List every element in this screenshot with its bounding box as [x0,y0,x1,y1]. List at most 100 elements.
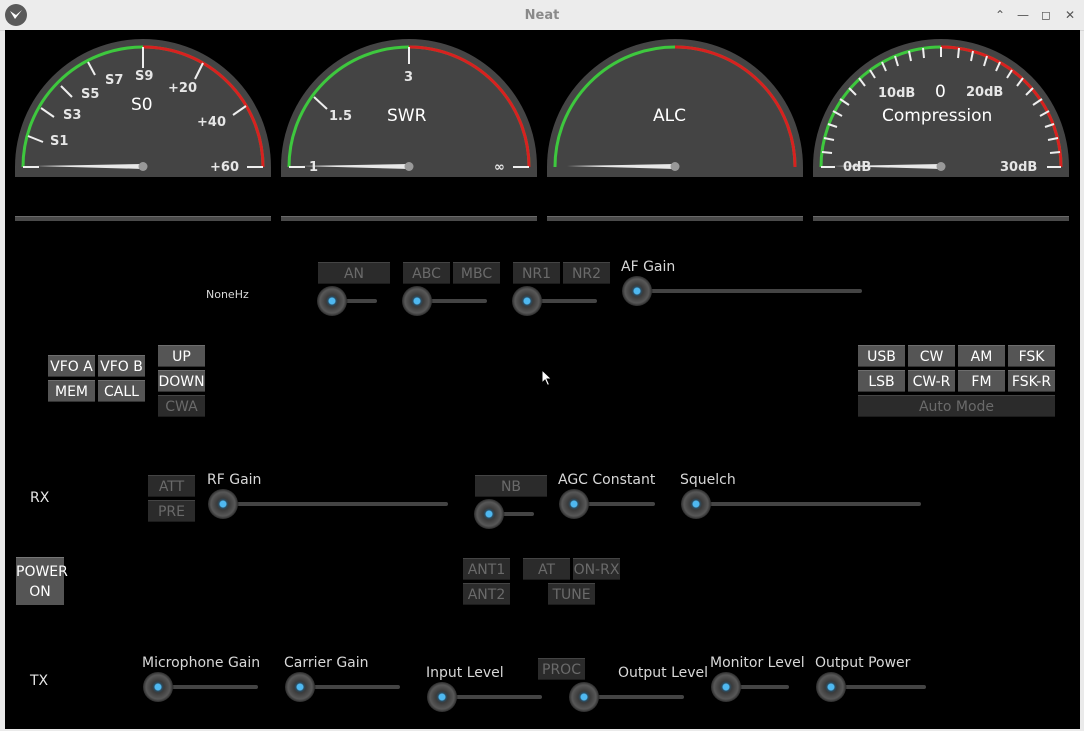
maximize-up-icon[interactable]: ⌃ [992,7,1008,23]
swr-tick: 1 [309,160,318,175]
call-button[interactable]: CALL [98,380,145,402]
fsk-button[interactable]: FSK [1008,345,1055,367]
tx-section-label: TX [30,673,49,689]
af-gain-slider[interactable] [622,276,862,306]
frequency-display: NoneHz [206,288,249,301]
an-button[interactable]: AN [318,262,390,284]
mem-button[interactable]: MEM [48,380,95,402]
s-meter-bar [15,216,271,221]
swr-meter: 1 1.5 3 ∞ SWR [281,39,537,177]
rx-section-label: RX [30,490,50,506]
ant2-button[interactable]: ANT2 [463,583,510,605]
cw-button[interactable]: CW [908,345,955,367]
cwa-button[interactable]: CWA [158,395,205,417]
at-button[interactable]: AT [523,558,570,580]
nb-button[interactable]: NB [475,475,547,497]
swr-tick: ∞ [494,160,505,175]
fm-button[interactable]: FM [958,370,1005,392]
auto-mode-button[interactable]: Auto Mode [858,395,1055,417]
s-meter-tick: S5 [81,87,99,102]
abc-mbc-slider[interactable] [402,286,487,316]
monitor-level-label: Monitor Level [710,655,805,671]
squelch-slider[interactable] [681,489,921,519]
carrier-gain-knob-icon[interactable] [285,672,315,702]
nb-knob-icon[interactable] [474,499,504,529]
rf-gain-slider[interactable] [208,489,448,519]
nr1-button[interactable]: NR1 [513,262,560,284]
s-meter-tick: +60 [210,160,239,175]
squelch-knob-icon[interactable] [681,489,711,519]
compression-value: 0 [935,82,946,102]
microphone-gain-slider[interactable] [143,672,258,702]
monitor-level-knob-icon[interactable] [711,672,741,702]
window-title: Neat [524,8,560,23]
proc-button[interactable]: PROC [538,658,585,680]
an-slider[interactable] [317,286,377,316]
lsb-button[interactable]: LSB [858,370,905,392]
agc-constant-slider[interactable] [559,489,655,519]
swr-meter-bar [281,216,537,221]
output-power-slider[interactable] [816,672,926,702]
rf-gain-label: RF Gain [207,472,262,488]
vfo-b-button[interactable]: VFO B [98,355,145,377]
compression-tick: 20dB [966,85,1003,100]
nr-slider-knob-icon[interactable] [512,286,542,316]
up-button[interactable]: UP [158,345,205,367]
compression-meter-bar [813,216,1069,221]
af-gain-knob-icon[interactable] [622,276,652,306]
s-meter-reading: S0 [131,95,153,115]
att-button[interactable]: ATT [148,475,195,497]
s-meter: S1 S3 S5 S7 S9 +20 +40 +60 S0 [15,39,271,177]
carrier-gain-slider[interactable] [285,672,400,702]
pre-button[interactable]: PRE [148,500,195,522]
s-meter-tick: S9 [135,69,153,84]
power-on-button[interactable]: POWER ON [16,557,68,605]
cw-r-button[interactable]: CW-R [908,370,955,392]
compression-meter: 0dB 10dB 20dB 30dB 0 Compression [813,39,1069,177]
input-level-slider[interactable] [427,682,542,712]
mouse-cursor-icon [541,369,553,387]
compression-tick: 30dB [1000,160,1037,175]
mbc-button[interactable]: MBC [453,262,500,284]
swr-label: SWR [387,106,427,126]
s-meter-tick: +40 [197,115,226,130]
close-icon[interactable]: ✕ [1062,7,1078,23]
swr-tick: 1.5 [329,109,352,124]
output-level-knob-icon[interactable] [569,682,599,712]
vfo-a-button[interactable]: VFO A [48,355,95,377]
swr-tick: 3 [404,70,413,85]
output-power-label: Output Power [815,655,911,671]
ant1-button[interactable]: ANT1 [463,558,510,580]
output-level-label: Output Level [618,665,709,681]
input-level-knob-icon[interactable] [427,682,457,712]
fsk-r-button[interactable]: FSK-R [1008,370,1055,392]
s-meter-tick: S1 [50,134,68,149]
minimize-icon[interactable]: — [1015,7,1031,23]
restore-icon[interactable]: ◻ [1038,7,1054,23]
output-level-slider[interactable] [569,682,684,712]
carrier-gain-label: Carrier Gain [284,655,369,671]
agc-knob-icon[interactable] [559,489,589,519]
nr-slider[interactable] [512,286,597,316]
abc-slider-knob-icon[interactable] [402,286,432,316]
on-rx-button[interactable]: ON-RX [573,558,620,580]
an-slider-knob-icon[interactable] [317,286,347,316]
agc-constant-label: AGC Constant [558,472,656,488]
abc-button[interactable]: ABC [403,262,450,284]
down-button[interactable]: DOWN [158,370,205,392]
tune-button[interactable]: TUNE [548,583,595,605]
af-gain-label: AF Gain [621,259,676,275]
output-power-knob-icon[interactable] [816,672,846,702]
alc-meter-bar [547,216,803,221]
rf-gain-knob-icon[interactable] [208,489,238,519]
compression-tick: 10dB [878,86,915,101]
nb-slider[interactable] [474,499,534,529]
title-bar: Neat ⌃ — ◻ ✕ [0,0,1084,31]
monitor-level-slider[interactable] [711,672,789,702]
input-level-label: Input Level [426,665,504,681]
mic-gain-knob-icon[interactable] [143,672,173,702]
am-button[interactable]: AM [958,345,1005,367]
microphone-gain-label: Microphone Gain [142,655,261,671]
nr2-button[interactable]: NR2 [563,262,610,284]
usb-button[interactable]: USB [858,345,905,367]
